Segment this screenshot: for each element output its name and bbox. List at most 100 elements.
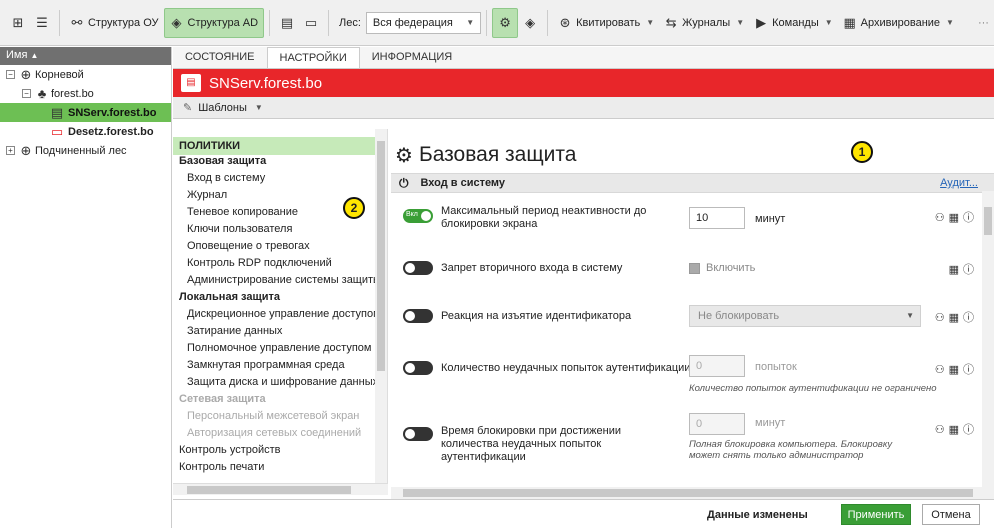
windows-icon: ▦ <box>948 311 959 324</box>
toggle-lock-time[interactable] <box>403 427 433 441</box>
tree-node-forest[interactable]: − ♣ forest.bo <box>0 84 171 103</box>
tab-bar: СОСТОЯНИЕ НАСТРОЙКИ ИНФОРМАЦИЯ <box>173 47 994 69</box>
info-icon[interactable]: ⓘ <box>963 361 974 377</box>
server-view-button[interactable]: ▤ <box>275 8 299 38</box>
inactivity-input[interactable]: 10 <box>689 207 745 229</box>
tree-node-root[interactable]: − ⊕ Корневой <box>0 65 171 84</box>
scroll-thumb[interactable] <box>187 486 351 494</box>
tree-node-subforest[interactable]: + ⊕ Подчиненный лес <box>0 141 171 160</box>
scroll-thumb[interactable] <box>403 489 973 497</box>
nav-header[interactable]: ПОЛИТИКИ <box>173 137 387 155</box>
toggle-token-removal[interactable] <box>403 309 433 323</box>
archiving-menu[interactable]: ▦ Архивирование ▼ <box>838 8 959 38</box>
structure-ad-button[interactable]: ◈ Структура AD <box>163 7 265 38</box>
nav-item[interactable]: Затирание данных <box>173 325 387 342</box>
tab-state[interactable]: СОСТОЯНИЕ <box>173 47 267 68</box>
nav-item[interactable]: Замкнутая программная среда <box>173 359 387 376</box>
info-icon[interactable]: ⓘ <box>963 209 974 225</box>
tab-settings[interactable]: НАСТРОЙКИ <box>266 47 360 68</box>
journals-icon: ⇆ <box>665 14 677 30</box>
acknowledge-menu[interactable]: ⊛ Квитировать ▼ <box>553 8 659 38</box>
toggle-inactivity[interactable]: Вкл <box>403 209 433 223</box>
tree-node-snserv[interactable]: ▤ SNServ.forest.bo <box>0 103 171 122</box>
archive-icon: ▦ <box>843 14 856 30</box>
nav-item[interactable]: Защита диска и шифрование данных <box>173 376 387 393</box>
setting-row-secondary-login: Запрет вторичного входа в систему Включи… <box>391 247 994 293</box>
setting-row-lock-time: Время блокировки при достижении количест… <box>391 409 994 469</box>
scroll-thumb[interactable] <box>377 141 385 371</box>
object-tree: − ⊕ Корневой − ♣ forest.bo ▤ SNServ.forest.bo… <box>0 65 171 160</box>
nav-item[interactable]: Контроль RDP подключений <box>173 257 387 274</box>
windows-icon: ▦ <box>948 211 959 224</box>
nav-item[interactable]: Администрирование системы защиты <box>173 274 387 291</box>
info-icon[interactable]: ⓘ <box>963 309 974 325</box>
row-icons: ⚇ ▦ ⓘ <box>935 361 974 377</box>
tree-column-header[interactable]: Имя ▲ <box>0 47 171 65</box>
sort-asc-icon: ▲ <box>30 51 39 60</box>
scroll-thumb[interactable] <box>984 207 992 235</box>
nav-item[interactable]: Ключи пользователя <box>173 223 387 240</box>
chevron-down-icon: ▼ <box>646 18 655 27</box>
server-icon: ▤ <box>280 14 294 30</box>
pencil-icon: ✎ <box>183 102 193 114</box>
toggle-failed-attempts[interactable] <box>403 361 433 375</box>
row-icons: ⚇ ▦ ⓘ <box>935 421 974 437</box>
command-icon: ▶ <box>756 14 767 30</box>
setting-label: Время блокировки при достижении количест… <box>441 425 621 463</box>
nav-vertical-scrollbar[interactable] <box>375 129 387 483</box>
journals-menu[interactable]: ⇆ Журналы ▼ <box>659 8 749 38</box>
nav-group-network[interactable]: Сетевая защита <box>173 393 387 410</box>
tab-info[interactable]: ИНФОРМАЦИЯ <box>360 47 464 68</box>
collapse-icon[interactable]: − <box>6 70 15 79</box>
globe-icon: ⊕ <box>20 142 32 158</box>
nav-group-local[interactable]: Локальная защита <box>173 291 387 308</box>
setting-row-failed-attempts: Количество неудачных попыток аутентифика… <box>391 347 994 409</box>
list-view-button[interactable]: ☰ <box>30 8 54 38</box>
forest-select[interactable]: Вся федерация ▼ <box>365 11 482 34</box>
collapse-icon[interactable]: − <box>22 89 31 98</box>
server-icon: ▤ <box>50 104 64 120</box>
more-button[interactable]: ··· <box>973 8 994 38</box>
nav-item[interactable]: Контроль устройств <box>173 444 387 461</box>
grid-icon: ⊞ <box>12 14 24 30</box>
enable-checkbox[interactable]: Включить <box>689 262 755 274</box>
content-horizontal-scrollbar[interactable] <box>391 487 994 499</box>
nav-item[interactable]: Дискреционное управление доступом <box>173 308 387 325</box>
diagnostics-button[interactable]: ◈ <box>518 8 542 38</box>
nav-item[interactable]: Оповещение о тревогах <box>173 240 387 257</box>
domain-icon: ♣ <box>37 85 47 101</box>
nav-item[interactable]: Контроль печати <box>173 461 387 478</box>
nav-horizontal-scrollbar[interactable] <box>173 483 388 495</box>
cancel-button[interactable]: Отмена <box>922 504 980 525</box>
settings-view-button[interactable]: ⚙ <box>492 7 519 38</box>
status-message: Данные изменены <box>707 509 808 521</box>
nav-item[interactable]: Вход в систему <box>173 172 387 189</box>
grid-view-button[interactable]: ⊞ <box>6 8 30 38</box>
content-vertical-scrollbar[interactable] <box>982 191 994 487</box>
nav-item[interactable]: Персональный межсетевой экран <box>173 410 387 427</box>
expand-icon[interactable]: + <box>6 146 15 155</box>
chevron-down-icon[interactable]: ▼ <box>255 103 263 112</box>
nav-item[interactable]: Полномочное управление доступом <box>173 342 387 359</box>
toggle-secondary-login[interactable] <box>403 261 433 275</box>
templates-menu[interactable]: Шаблоны <box>198 102 247 114</box>
group-policy-icon: ⚇ <box>934 363 945 376</box>
failed-attempts-input[interactable]: 0 <box>689 355 745 377</box>
lock-time-input[interactable]: 0 <box>689 413 745 435</box>
workstation-view-button[interactable]: ▭ <box>299 8 323 38</box>
chevron-down-icon: ▼ <box>466 18 475 27</box>
commands-menu[interactable]: ▶ Команды ▼ <box>749 8 838 38</box>
info-icon[interactable]: ⓘ <box>963 421 974 437</box>
org-structure-icon: ⚯ <box>71 14 83 30</box>
chevron-down-icon: ▼ <box>906 311 914 320</box>
tree-node-desetz[interactable]: ▭ Desetz.forest.bo <box>0 122 171 141</box>
power-icon[interactable]: ⏻ <box>399 176 409 191</box>
structure-ou-button[interactable]: ⚯ Структура ОУ <box>65 8 164 38</box>
nav-item[interactable]: Авторизация сетевых соединений <box>173 427 387 444</box>
audit-link[interactable]: Аудит... <box>940 177 978 189</box>
token-removal-select[interactable]: Не блокировать ▼ <box>689 305 921 327</box>
info-icon[interactable]: ⓘ <box>963 261 974 277</box>
apply-button[interactable]: Применить <box>841 504 911 525</box>
nav-group-basic[interactable]: Базовая защита <box>173 155 387 172</box>
setting-row-token-removal: Реакция на изъятие идентификатора Не бло… <box>391 293 994 347</box>
